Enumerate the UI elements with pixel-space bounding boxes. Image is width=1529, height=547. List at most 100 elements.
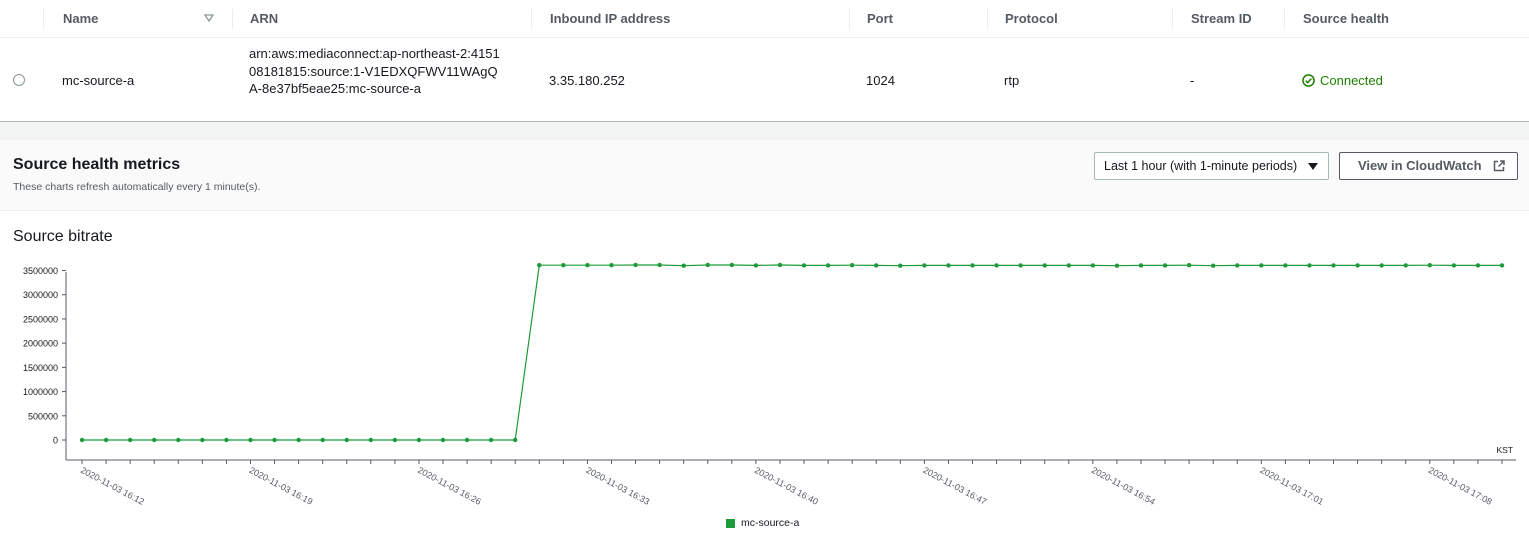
- data-point: [1379, 263, 1384, 268]
- data-point: [1355, 263, 1360, 268]
- y-tick-label: 1500000: [23, 363, 58, 373]
- data-point: [392, 437, 398, 443]
- data-point: [248, 437, 253, 443]
- data-point: [1210, 263, 1216, 268]
- check-circle-icon: [1302, 74, 1315, 87]
- data-point: [753, 263, 759, 268]
- data-point: [585, 263, 590, 268]
- x-tick-label: 2020-11-03 16:40: [753, 465, 820, 507]
- source-health-label: Connected: [1320, 73, 1383, 88]
- data-point: [705, 262, 710, 268]
- data-point: [681, 263, 686, 268]
- data-point: [488, 437, 494, 443]
- source-ip: 3.35.180.252: [549, 73, 625, 88]
- x-tick-label: 2020-11-03 17:08: [1427, 465, 1494, 507]
- data-point: [994, 263, 999, 268]
- data-point: [1090, 263, 1096, 268]
- legend-swatch: [726, 518, 735, 528]
- data-point: [801, 263, 807, 268]
- data-point: [898, 263, 903, 268]
- data-point: [1259, 263, 1264, 268]
- x-tick-label: 2020-11-03 17:01: [1258, 465, 1325, 507]
- x-tick-label: 2020-11-03 16:33: [584, 465, 651, 507]
- metrics-title: Source health metrics: [13, 156, 181, 173]
- data-point: [825, 263, 831, 268]
- column-divider: [531, 9, 532, 29]
- data-point: [946, 263, 951, 268]
- section-divider: [0, 122, 1529, 140]
- view-in-cloudwatch-button[interactable]: View in CloudWatch: [1339, 152, 1518, 180]
- data-point: [200, 437, 205, 443]
- column-header-stream-id: Stream ID: [1191, 11, 1252, 26]
- sources-table: Name ARN Inbound IP address Port Protoco…: [0, 0, 1529, 122]
- metrics-header: Source health metrics These charts refre…: [0, 140, 1529, 211]
- x-tick-label: 2020-11-03 16:26: [416, 465, 483, 507]
- data-point: [152, 437, 157, 443]
- y-tick-label: 3000000: [23, 290, 58, 300]
- data-point: [849, 263, 855, 268]
- series-line: [82, 264, 1502, 441]
- time-range-label: Last 1 hour (with 1-minute periods): [1104, 159, 1298, 173]
- time-range-select[interactable]: Last 1 hour (with 1-minute periods): [1094, 152, 1329, 180]
- data-point: [922, 263, 927, 268]
- caret-down-icon: [1308, 163, 1318, 170]
- data-point: [1427, 263, 1432, 268]
- data-point: [416, 437, 422, 443]
- data-point: [1066, 263, 1071, 268]
- column-divider: [849, 9, 850, 29]
- data-point: [657, 262, 662, 268]
- data-point: [1018, 263, 1023, 268]
- y-tick-label: 2000000: [23, 339, 58, 349]
- data-point: [464, 437, 470, 443]
- data-point: [1451, 263, 1457, 268]
- data-point: [609, 263, 614, 268]
- cloudwatch-button-label: View in CloudWatch: [1358, 158, 1482, 173]
- chart-legend: mc-source-a: [726, 517, 799, 529]
- data-point: [344, 437, 349, 443]
- source-port: 1024: [866, 73, 895, 88]
- data-point: [1475, 263, 1481, 268]
- data-point: [1186, 263, 1192, 268]
- column-header-name[interactable]: Name: [63, 0, 98, 38]
- data-point: [368, 437, 374, 443]
- data-point: [1331, 263, 1336, 268]
- data-point: [970, 263, 975, 268]
- timezone-label: KST: [1496, 445, 1513, 455]
- x-tick-label: 2020-11-03 16:12: [79, 465, 146, 507]
- data-point: [1403, 263, 1408, 268]
- data-point: [79, 437, 85, 443]
- column-header-arn: ARN: [250, 11, 279, 26]
- data-point: [1138, 263, 1144, 268]
- external-link-icon: [1493, 160, 1505, 172]
- data-point: [103, 437, 109, 443]
- source-name: mc-source-a: [62, 73, 135, 88]
- data-point: [1042, 263, 1047, 268]
- column-divider: [232, 9, 233, 29]
- source-bitrate-chart: 0 500000 1000000 1500000 2000000 2500000 30000…: [23, 262, 1516, 507]
- data-point: [272, 437, 277, 443]
- y-tick-label: 3500000: [23, 266, 58, 276]
- data-point: [1235, 263, 1240, 268]
- column-header-port: Port: [867, 11, 893, 26]
- source-protocol: rtp: [1004, 73, 1020, 88]
- y-tick-label: 1000000: [23, 387, 58, 397]
- row-select-radio[interactable]: [13, 74, 25, 86]
- x-tick-label: 2020-11-03 16:19: [248, 465, 315, 507]
- data-point: [320, 437, 325, 443]
- data-point: [874, 263, 879, 268]
- data-point: [127, 437, 133, 443]
- data-point: [513, 437, 518, 443]
- data-point: [224, 437, 229, 443]
- data-point: [729, 262, 735, 268]
- x-tick-label: 2020-11-03 16:54: [1090, 465, 1157, 507]
- data-point: [537, 263, 542, 268]
- data-point: [176, 437, 181, 443]
- metrics-subtitle: These charts refresh automatically every…: [13, 181, 261, 193]
- column-header-ip: Inbound IP address: [550, 11, 671, 26]
- source-stream-id: -: [1190, 73, 1195, 88]
- sort-down-icon[interactable]: [204, 13, 214, 23]
- x-tick-label: 2020-11-03 16:47: [921, 465, 988, 507]
- data-point: [440, 437, 446, 443]
- y-tick-label: 500000: [28, 411, 58, 421]
- column-header-protocol: Protocol: [1005, 11, 1058, 26]
